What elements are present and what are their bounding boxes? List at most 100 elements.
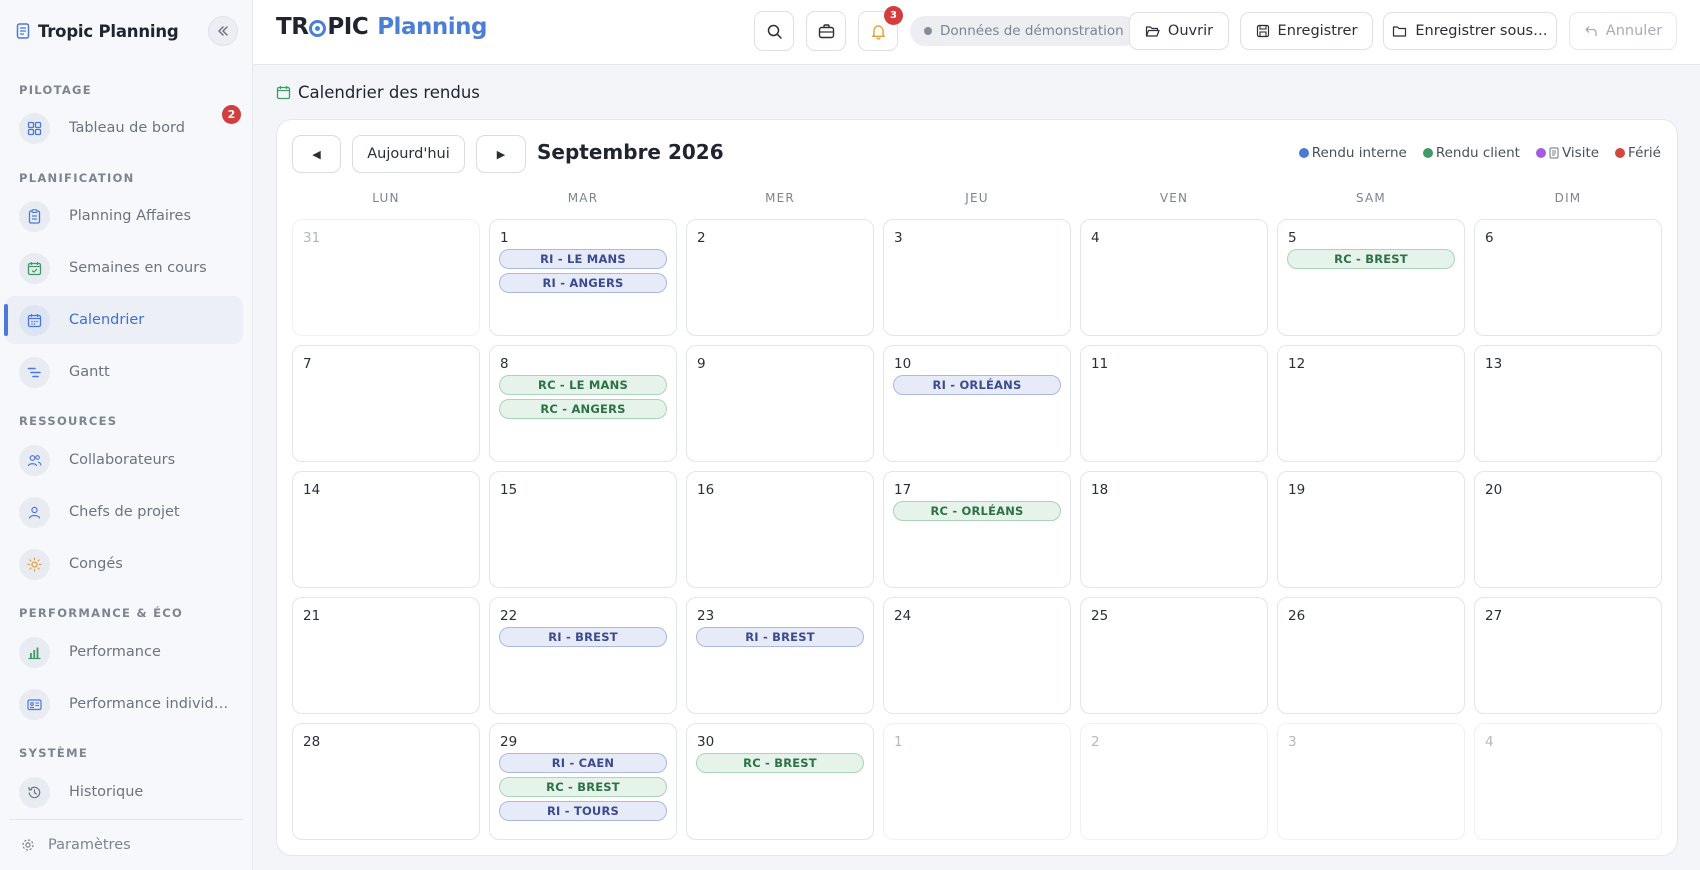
event-rendu-interne[interactable]: RI - BREST (696, 627, 864, 647)
calendar-day-cell[interactable]: 30 RC - BREST (686, 723, 874, 840)
next-arrow-icon: ▶ (496, 147, 506, 161)
calendar-day-cell[interactable]: 19 (1277, 471, 1465, 588)
day-number: 18 (1091, 482, 1109, 498)
calendar-day-cell[interactable]: 7 (292, 345, 480, 462)
day-number: 4 (1091, 230, 1100, 246)
calendar-day-cell[interactable]: 3 (883, 219, 1071, 336)
event-rendu-interne[interactable]: RI - ORLÉANS (893, 375, 1061, 395)
day-number: 14 (303, 482, 321, 498)
calendar-day-cell[interactable]: 20 (1474, 471, 1662, 588)
projects-button[interactable] (806, 11, 846, 51)
calendar-day-cell[interactable]: 28 (292, 723, 480, 840)
calendar-day-cell[interactable]: 16 (686, 471, 874, 588)
weekday-header: MAR (567, 191, 599, 205)
calendar-day-cell[interactable]: 13 (1474, 345, 1662, 462)
section-pilotage: PILOTAGE (19, 83, 92, 97)
save-as-button[interactable]: Enregistrer sous… (1383, 12, 1557, 50)
undo-icon (1585, 26, 1597, 36)
calendar-day-cell[interactable]: 2 (686, 219, 874, 336)
sidebar-item-planning-affaires[interactable]: Planning Affaires (5, 192, 243, 240)
collapse-sidebar-button[interactable] (208, 16, 238, 46)
sidebar-item-label: Gantt (69, 364, 110, 380)
sidebar-item-chefs-de-projet[interactable]: Chefs de projet (5, 488, 243, 536)
calendar-day-cell[interactable]: 24 (883, 597, 1071, 714)
day-number: 10 (894, 356, 912, 372)
calendar-day-cell[interactable]: 1 (883, 723, 1071, 840)
sidebar-item-historique[interactable]: Historique (5, 768, 243, 816)
calendar-day-cell[interactable]: 27 (1474, 597, 1662, 714)
sidebar-item-gantt[interactable]: Gantt (5, 348, 243, 396)
day-number: 24 (894, 608, 912, 624)
event-rendu-interne[interactable]: RI - TOURS (499, 801, 667, 821)
sidebar-item-label: Chefs de projet (69, 504, 180, 520)
calendar-day-cell[interactable]: 21 (292, 597, 480, 714)
next-month-button[interactable]: ▶ (476, 135, 526, 173)
calendar-day-cell[interactable]: 22 RI - BREST (489, 597, 677, 714)
event-rendu-client[interactable]: RC - ORLÉANS (893, 501, 1061, 521)
save-button[interactable]: Enregistrer (1240, 12, 1373, 50)
day-number: 15 (500, 482, 518, 498)
sidebar-item-performance-individuelle[interactable]: Performance individu… (5, 680, 243, 728)
settings-link[interactable]: Paramètres (21, 837, 131, 853)
today-button[interactable]: Aujourd'hui (352, 135, 465, 173)
event-rendu-interne[interactable]: RI - BREST (499, 627, 667, 647)
event-rendu-client[interactable]: RC - ANGERS (499, 399, 667, 419)
sidebar-item-semaines-en-cours[interactable]: Semaines en cours (5, 244, 243, 292)
calendar-day-cell[interactable]: 23 RI - BREST (686, 597, 874, 714)
users-icon (19, 444, 50, 476)
undo-label: Annuler (1605, 23, 1663, 39)
day-number: 1 (894, 734, 903, 750)
calendar-day-cell[interactable]: 6 (1474, 219, 1662, 336)
page-title-text: Calendrier des rendus (298, 83, 480, 102)
legend-label: Rendu interne (1311, 145, 1407, 161)
event-rendu-interne[interactable]: RI - ANGERS (499, 273, 667, 293)
calendar-day-cell[interactable]: 4 (1474, 723, 1662, 840)
calendar-day-cell[interactable]: 26 (1277, 597, 1465, 714)
day-number: 17 (894, 482, 912, 498)
document-icon (16, 23, 30, 39)
calendar-day-cell[interactable]: 12 (1277, 345, 1465, 462)
event-rendu-client[interactable]: RC - BREST (696, 753, 864, 773)
calendar-day-cell[interactable]: 4 (1080, 219, 1268, 336)
legend-dot-icon (1422, 148, 1433, 158)
calendar-day-cell[interactable]: 15 (489, 471, 677, 588)
calendar-day-cell[interactable]: 17 RC - ORLÉANS (883, 471, 1071, 588)
event-rendu-client[interactable]: RC - BREST (499, 777, 667, 797)
calendar-day-cell[interactable]: 2 (1080, 723, 1268, 840)
calendar-day-cell[interactable]: 8 RC - LE MANS RC - ANGERS (489, 345, 677, 462)
sidebar-item-conges[interactable]: Congés (5, 540, 243, 588)
event-rendu-client[interactable]: RC - LE MANS (499, 375, 667, 395)
calendar-day-cell[interactable]: 5 RC - BREST (1277, 219, 1465, 336)
event-rendu-client[interactable]: RC - BREST (1287, 249, 1455, 269)
calendar-day-cell[interactable]: 18 (1080, 471, 1268, 588)
page-title: Calendrier des rendus (276, 83, 480, 102)
legend-dot-icon (1535, 148, 1546, 158)
calendar-day-cell[interactable]: 31 (292, 219, 480, 336)
calendar-day-cell[interactable]: 10 RI - ORLÉANS (883, 345, 1071, 462)
sidebar-item-label: Performance (69, 644, 161, 660)
calendar-day-cell[interactable]: 3 (1277, 723, 1465, 840)
calendar-day-cell[interactable]: 11 (1080, 345, 1268, 462)
calendar-day-cell[interactable]: 1 RI - LE MANS RI - ANGERS (489, 219, 677, 336)
sidebar-item-performance[interactable]: Performance (5, 628, 243, 676)
calendar-day-cell[interactable]: 29 RI - CAEN RC - BREST RI - TOURS (489, 723, 677, 840)
calendar-day-cell[interactable]: 14 (292, 471, 480, 588)
event-rendu-interne[interactable]: RI - CAEN (499, 753, 667, 773)
sidebar-item-calendrier[interactable]: Calendrier (4, 296, 243, 344)
sidebar-item-dashboard[interactable]: Tableau de bord (5, 104, 243, 152)
day-number: 4 (1485, 734, 1494, 750)
month-title: Septembre 2026 (537, 140, 724, 164)
notifications-button[interactable]: 3 (858, 6, 903, 51)
calendar-day-cell[interactable]: 9 (686, 345, 874, 462)
day-number: 3 (1288, 734, 1297, 750)
undo-button[interactable]: Annuler (1569, 12, 1677, 50)
day-number: 16 (697, 482, 715, 498)
previous-month-button[interactable]: ◀ (292, 135, 341, 173)
event-rendu-interne[interactable]: RI - LE MANS (499, 249, 667, 269)
search-button[interactable] (754, 11, 794, 51)
status-dot-icon (924, 27, 932, 35)
calendar-day-cell[interactable]: 25 (1080, 597, 1268, 714)
open-button[interactable]: Ouvrir (1129, 12, 1229, 50)
sidebar-item-collaborateurs[interactable]: Collaborateurs (5, 436, 243, 484)
folder-open-icon (1145, 25, 1160, 37)
